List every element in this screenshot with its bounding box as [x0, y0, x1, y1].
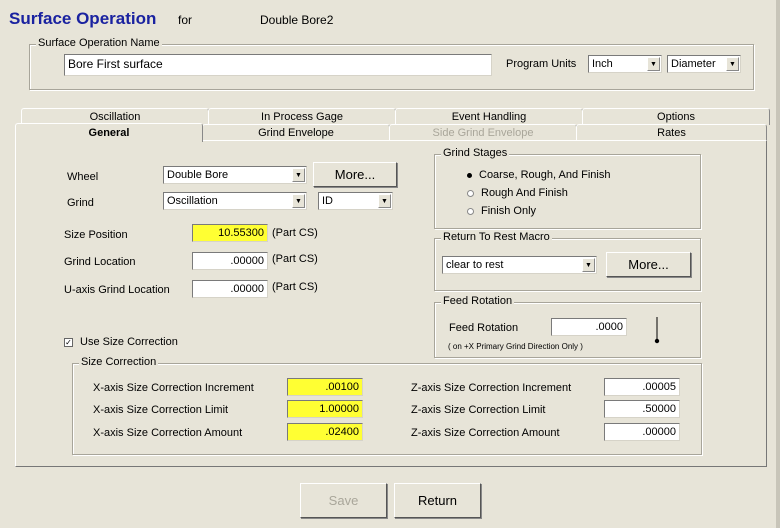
program-units-label: Program Units [506, 58, 577, 70]
part-cs-label: (Part CS) [272, 253, 318, 265]
grind-stage-option[interactable]: Rough And Finish [467, 187, 568, 199]
grind-stage-option[interactable]: Coarse, Rough, And Finish [467, 169, 610, 181]
group-title: Return To Rest Macro [441, 231, 552, 243]
part-cs-label: (Part CS) [272, 227, 318, 239]
use-size-correction-checkbox[interactable]: ✓ Use Size Correction [64, 336, 178, 348]
grind-value: Oscillation [167, 195, 218, 207]
chevron-down-icon[interactable]: ▼ [378, 194, 391, 208]
z-limit-input[interactable]: .50000 [604, 400, 680, 418]
window-edge [776, 0, 780, 528]
chevron-down-icon[interactable]: ▼ [582, 258, 595, 272]
x-increment-input[interactable]: .00100 [287, 378, 363, 396]
wheel-label: Wheel [67, 171, 99, 183]
x-limit-input[interactable]: 1.00000 [287, 400, 363, 418]
radio-icon [467, 172, 472, 178]
group-title: Feed Rotation [441, 295, 515, 307]
tab-options[interactable]: Options [582, 108, 770, 125]
tab-general[interactable]: General [15, 123, 203, 142]
group-title: Grind Stages [441, 147, 510, 159]
radio-icon [467, 189, 474, 197]
z-increment-label: Z-axis Size Correction Increment [411, 382, 572, 394]
tab-in-process-gage[interactable]: In Process Gage [208, 108, 396, 125]
grind-location-label: Grind Location [64, 256, 136, 268]
z-increment-input[interactable]: .00005 [604, 378, 680, 396]
z-amount-input[interactable]: .00000 [604, 423, 680, 441]
operation-name-input[interactable]: Bore First surface [64, 54, 492, 76]
chevron-down-icon[interactable]: ▼ [726, 57, 739, 71]
feed-rotation-input[interactable]: .0000 [551, 318, 627, 336]
wheel-more-button[interactable]: More... [313, 162, 397, 187]
mode-value: Diameter [671, 58, 716, 70]
tab-event-handling[interactable]: Event Handling [395, 108, 583, 125]
radio-icon [467, 207, 474, 215]
feed-rotation-note: ( on +X Primary Grind Direction Only ) [448, 342, 583, 351]
window-title: Surface Operation [9, 9, 157, 28]
feed-rotation-label: Feed Rotation [449, 322, 519, 334]
x-amount-input[interactable]: .02400 [287, 423, 363, 441]
return-to-rest-more-button[interactable]: More... [606, 252, 691, 277]
z-limit-label: Z-axis Size Correction Limit [411, 404, 546, 416]
for-label: for [178, 13, 193, 27]
tab-grind-envelope[interactable]: Grind Envelope [202, 124, 390, 141]
chevron-down-icon[interactable]: ▼ [292, 194, 305, 208]
use-size-correction-label: Use Size Correction [80, 336, 178, 348]
units-value: Inch [592, 58, 613, 70]
units-select[interactable]: Inch ▼ [588, 55, 662, 73]
tab-side-grind-envelope: Side Grind Envelope [389, 124, 577, 141]
group-title: Surface Operation Name [36, 37, 162, 49]
x-amount-label: X-axis Size Correction Amount [93, 427, 243, 439]
direction-arrow-icon [654, 317, 660, 344]
size-position-label: Size Position [64, 229, 128, 241]
chevron-down-icon[interactable]: ▼ [647, 57, 660, 71]
group-title: Size Correction [79, 356, 159, 368]
size-position-input[interactable]: 10.55300 [192, 224, 268, 242]
chevron-down-icon[interactable]: ▼ [292, 168, 305, 182]
grind-side-value: ID [322, 195, 333, 207]
tab-rates[interactable]: Rates [576, 124, 767, 141]
return-to-rest-select[interactable]: clear to rest ▼ [442, 256, 597, 274]
grind-select[interactable]: Oscillation ▼ [163, 192, 307, 210]
return-button[interactable]: Return [394, 483, 481, 518]
wheel-select[interactable]: Double Bore ▼ [163, 166, 307, 184]
u-axis-grind-location-label: U-axis Grind Location [64, 284, 170, 296]
return-to-rest-value: clear to rest [446, 259, 504, 271]
grind-side-select[interactable]: ID ▼ [318, 192, 393, 210]
diameter-mode-select[interactable]: Diameter ▼ [667, 55, 741, 73]
grind-label: Grind [67, 197, 94, 209]
save-button: Save [300, 483, 387, 518]
grind-stage-option[interactable]: Finish Only [467, 205, 536, 217]
wheel-value: Double Bore [167, 169, 229, 181]
u-axis-grind-location-input[interactable]: .00000 [192, 280, 268, 298]
grind-location-input[interactable]: .00000 [192, 252, 268, 270]
x-limit-label: X-axis Size Correction Limit [93, 404, 229, 416]
part-cs-label: (Part CS) [272, 281, 318, 293]
check-icon: ✓ [64, 337, 73, 347]
z-amount-label: Z-axis Size Correction Amount [411, 427, 560, 439]
operation-target-name: Double Bore2 [260, 13, 334, 27]
x-increment-label: X-axis Size Correction Increment [93, 382, 254, 394]
